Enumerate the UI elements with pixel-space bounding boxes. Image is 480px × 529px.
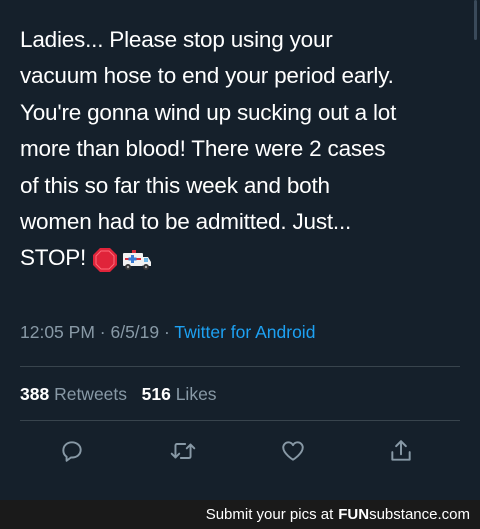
likes-stat[interactable]: 516 Likes xyxy=(142,384,217,404)
retweets-stat[interactable]: 388 Retweets xyxy=(20,384,127,404)
tweet-meta: 12:05 PM · 6/5/19 · Twitter for Android xyxy=(20,322,315,343)
tweet-time[interactable]: 12:05 PM xyxy=(20,322,95,342)
tweet-source-link[interactable]: Twitter for Android xyxy=(174,322,315,342)
likes-count: 516 xyxy=(141,384,171,404)
share-icon xyxy=(391,440,411,461)
stop-sign-icon xyxy=(93,247,118,272)
retweet-icon xyxy=(170,443,196,459)
emoji-row xyxy=(92,247,152,273)
meta-separator: · xyxy=(99,322,106,342)
footer-brand-rest: substance xyxy=(369,506,438,523)
footer-brand-bold: FUN xyxy=(338,506,370,523)
retweet-button[interactable] xyxy=(168,436,198,466)
like-icon xyxy=(282,441,304,461)
tweet-date[interactable]: 6/5/19 xyxy=(110,322,159,342)
tweet-card: Ladies... Please stop using your vacuum … xyxy=(0,0,480,500)
likes-label: Likes xyxy=(175,384,217,404)
meta-separator: · xyxy=(164,322,170,342)
divider xyxy=(20,420,460,421)
footer-brand-tld: .com xyxy=(437,506,470,523)
tweet-body: Ladies... Please stop using your vacuum … xyxy=(20,27,397,271)
ambulance-icon xyxy=(123,249,152,270)
like-button[interactable] xyxy=(278,436,308,466)
divider xyxy=(20,366,460,367)
footer-prefix: Submit your pics at xyxy=(205,506,334,523)
retweets-count: 388 xyxy=(20,384,50,404)
tweet-stats: 388 Retweets 516 Likes xyxy=(20,384,217,405)
scrollbar-thumb[interactable] xyxy=(474,0,477,40)
tweet-text: Ladies... Please stop using your vacuum … xyxy=(20,22,472,277)
watermark-footer: Submit your pics at FUN substance .com xyxy=(0,500,480,529)
reply-button[interactable] xyxy=(57,436,87,466)
share-button[interactable] xyxy=(386,436,416,466)
tweet-actions xyxy=(0,428,480,478)
reply-icon xyxy=(62,441,82,462)
retweets-label: Retweets xyxy=(54,384,128,404)
